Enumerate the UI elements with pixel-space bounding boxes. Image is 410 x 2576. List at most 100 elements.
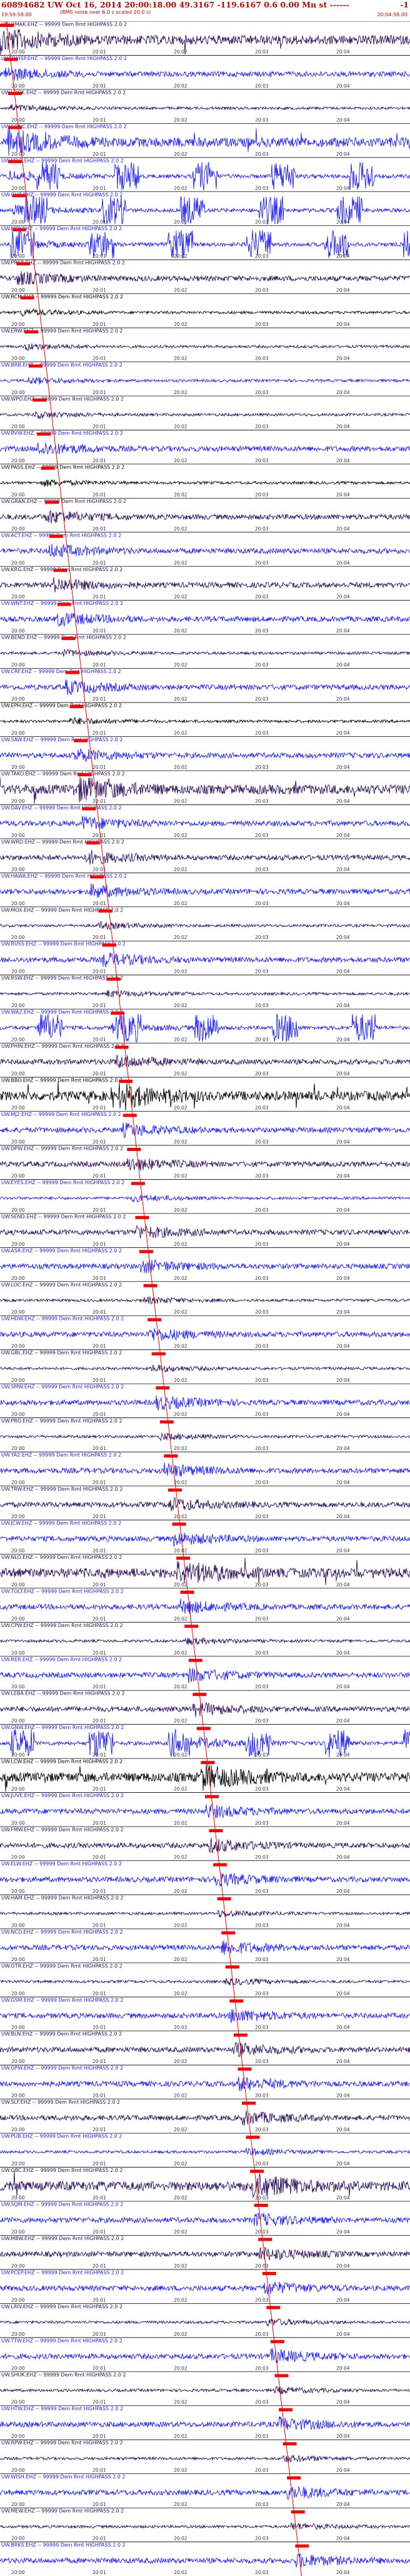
waveform: [0, 2318, 410, 2328]
trace-row: UW.SLF.EHZ -- 99999 Dem Rmt HIGHPASS 2.0…: [0, 2099, 410, 2132]
time-tick-label: 20:03: [255, 2468, 269, 2473]
trace-row: UW.BRB.EHZ -- 99999 Dem Rmt HIGHPASS 2.0…: [0, 362, 410, 395]
pick-marker: [168, 1488, 182, 1492]
trace-row: UW.HTW.EHZ -- 99999 Dem Rmt HIGHPASS 2.0…: [0, 2405, 410, 2439]
waveform: [0, 442, 410, 455]
waveform: [0, 921, 410, 930]
trace-row: UW.EYES.EHZ -- 99999 Dem Rmt HIGHPASS 2.…: [0, 1179, 410, 1213]
pick-marker: [28, 364, 42, 368]
pick-marker: [172, 1522, 186, 1526]
time-tick-label: 20:00: [11, 1854, 25, 1860]
time-tick-label: 20:00: [11, 2468, 25, 2473]
time-tick-label: 20:04: [336, 2468, 350, 2473]
time-tick-label: 20:04: [336, 1479, 350, 1485]
trace-row: UW.PHIN.EHZ -- 99999 Dem Rmt HIGHPASS 2.…: [0, 1043, 410, 1077]
time-tick-label: 20:00: [11, 560, 25, 565]
time-tick-label: 20:01: [92, 2570, 106, 2575]
pick-marker: [12, 228, 26, 231]
time-tick-label: 20:04: [336, 2570, 350, 2575]
time-tick-label: 20:01: [92, 253, 106, 259]
time-tick-label: 20:01: [92, 594, 106, 600]
waveform: [0, 479, 410, 487]
time-tick-label: 20:04: [336, 1514, 350, 1519]
time-tick-label: 20:00: [11, 49, 25, 54]
trace-row: UW.PUB.EHZ -- 99999 Dem Rmt HIGHPASS 2.0…: [0, 2132, 410, 2167]
pick-marker: [69, 705, 84, 709]
time-tick-label: 20:03: [255, 288, 269, 293]
trace-row: UW.PRO.EHZ -- 99999 Dem Rmt HIGHPASS 2.0…: [0, 1417, 410, 1451]
trace-row: UW.LOC.EHZ -- 99999 Dem Rmt HIGHPASS 2.0…: [0, 1281, 410, 1315]
pick-marker: [49, 534, 63, 538]
waveform: [0, 2110, 410, 2126]
time-tick-label: 20:00: [11, 2263, 25, 2269]
pick-marker: [246, 2136, 260, 2139]
trace-row: UW.LCW.EHZ -- 99999 Dem Rmt HIGHPASS 2.0…: [0, 1758, 410, 1792]
trace-row: UW.DAV.EHZ -- 99999 Dem Rmt HIGHPASS 2.0…: [0, 804, 410, 838]
time-tick-label: 20:00: [11, 2433, 25, 2439]
time-tick-label: 20:00: [11, 1957, 25, 1962]
time-tick-label: 20:04: [336, 2433, 350, 2439]
trace-row: UW.FMW.EHZ -- 99999 Dem Rmt HIGHPASS 2.0…: [0, 1826, 410, 1860]
waveform: [0, 612, 410, 627]
pick-marker: [258, 2238, 272, 2241]
trace-row: UW.ELW.EHZ -- 99999 Dem Rmt HIGHPASS 2.0…: [0, 1860, 410, 1894]
station-label: UW.RPW.EHZ -- 99999 Dem Rmt HIGHPASS 2.0…: [1, 2440, 123, 2446]
waveform: [0, 2148, 410, 2156]
time-tick-label: 20:03: [255, 390, 269, 395]
time-tick-label: 20:02: [174, 594, 188, 600]
time-tick-label: 20:00: [11, 220, 25, 225]
trace-row: UW.RPW.EHZ -- 99999 Dem Rmt HIGHPASS 2.0…: [0, 2439, 410, 2473]
seismogram-panel[interactable]: UW.OMAK.EHZ -- 99999 Dem Rmt HIGHPASS 2.…: [0, 21, 410, 2576]
time-tick-label: 20:01: [92, 1207, 106, 1213]
time-tick-label: 20:04: [336, 2025, 350, 2031]
station-label: UW.WA2.EHZ -- 99999 Dem Rmt HIGHPASS 2.0…: [1, 1010, 123, 1015]
time-tick-label: 20:03: [255, 1309, 269, 1315]
time-tick-label: 20:04: [336, 1037, 350, 1043]
waveform: [0, 1194, 410, 1203]
time-tick-label: 20:00: [11, 526, 25, 532]
time-tick-label: 20:03: [255, 2195, 269, 2201]
time-tick-label: 20:01: [92, 560, 106, 565]
trace-row: UW.HAM.EHZ -- 99999 Dem Rmt HIGHPASS 2.0…: [0, 1894, 410, 1928]
pick-marker: [287, 2476, 301, 2480]
time-tick-label: 20:03: [255, 1105, 269, 1111]
time-tick-label: 20:00: [11, 1412, 25, 1417]
waveform: [0, 1977, 410, 1986]
station-label: UW.LOC.EHZ -- 99999 Dem Rmt HIGHPASS 2.0…: [1, 1282, 122, 1287]
time-tick-label: 20:03: [255, 253, 269, 259]
time-tick-label: 20:03: [255, 1377, 269, 1383]
time-tick-label: 20:02: [174, 1650, 188, 1656]
time-tick-label: 20:01: [92, 492, 106, 497]
waveform: [0, 410, 410, 420]
pick-marker: [8, 160, 22, 163]
trace-row: UW.WNT.EHZ -- 99999 Dem Rmt HIGHPASS 2.0…: [0, 600, 410, 634]
trace-row: UW.CPW.EHZ -- 99999 Dem Rmt HIGHPASS 2.0…: [0, 1621, 410, 1656]
time-tick-label: 20:00: [11, 628, 25, 634]
station-label: UW.TTW.EHZ -- 99999 Dem Rmt HIGHPASS 2.0…: [1, 2338, 122, 2343]
time-tick-label: 20:00: [11, 1718, 25, 1724]
pick-marker: [139, 1250, 154, 1254]
waveform: [0, 1909, 410, 1918]
station-label: UW.NCO.EHZ -- 99999 Dem Rmt HIGHPASS 2.0…: [1, 1929, 123, 1935]
time-tick-label: 20:02: [174, 2502, 188, 2507]
station-label: UW.TWISP.EHZ -- 99999 Dem Rmt HIGHPASS 2…: [1, 56, 127, 61]
time-tick-label: 20:04: [336, 1377, 350, 1383]
time-tick-label: 20:03: [255, 2127, 269, 2132]
time-tick-label: 20:01: [92, 628, 106, 634]
pick-marker: [217, 1897, 231, 1900]
time-tick-label: 20:04: [336, 2297, 350, 2303]
time-tick-label: 20:00: [11, 1684, 25, 1690]
time-tick-label: 20:03: [255, 935, 269, 940]
time-tick-label: 20:01: [92, 798, 106, 804]
station-label: UW.LRIV.EHZ -- 99999 Dem Rmt HIGHPASS 2.…: [1, 2304, 122, 2310]
trace-row: UW.HAWA.EHZ -- 99999 Dem Rmt HIGHPASS 2.…: [0, 872, 410, 906]
rms-subtitle: (RMS noise over 6.0 s scaled 20.0 s): [60, 9, 151, 15]
time-tick-label: 20:01: [92, 764, 106, 770]
time-tick-label: 20:04: [336, 2502, 350, 2507]
time-tick-label: 20:04: [336, 2365, 350, 2371]
pick-marker: [119, 1080, 133, 1083]
time-tick-label: 20:04: [336, 322, 350, 327]
time-tick-label: 20:01: [92, 2468, 106, 2473]
waveform: [0, 271, 410, 285]
time-tick-label: 20:00: [11, 2127, 25, 2132]
